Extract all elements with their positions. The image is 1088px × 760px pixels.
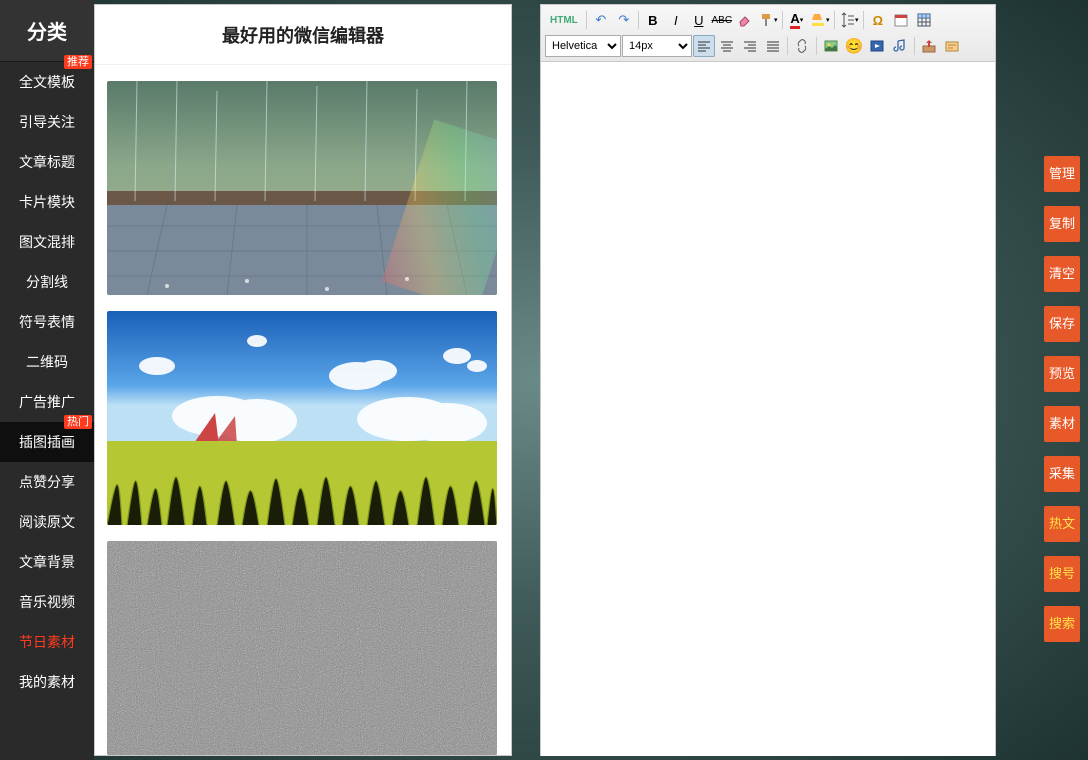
align-center-button[interactable] <box>716 35 738 57</box>
sidebar-item-4[interactable]: 图文混排 <box>0 222 94 262</box>
action-button-3[interactable]: 保存 <box>1044 306 1080 342</box>
template-list[interactable] <box>95 65 511 757</box>
html-source-button[interactable]: HTML <box>545 9 583 31</box>
image-button[interactable] <box>820 35 842 57</box>
sidebar-item-1[interactable]: 引导关注 <box>0 102 94 142</box>
sidebar-item-label: 图文混排 <box>19 232 75 252</box>
editor-content-area[interactable] <box>541 62 995 756</box>
category-sidebar: 分类 推荐全文模板引导关注文章标题卡片模块图文混排分割线符号表情二维码广告推广热… <box>0 0 94 760</box>
font-family-select[interactable]: Helvetica <box>545 35 621 57</box>
recommend-badge: 推荐 <box>64 55 92 69</box>
action-button-8[interactable]: 搜号 <box>1044 556 1080 592</box>
sidebar-item-7[interactable]: 二维码 <box>0 342 94 382</box>
sidebar-item-label: 卡片模块 <box>19 192 75 212</box>
action-sidebar: 管理复制清空保存预览素材采集热文搜号搜索 <box>1044 156 1082 656</box>
music-button[interactable] <box>889 35 911 57</box>
align-left-button[interactable] <box>693 35 715 57</box>
sidebar-item-5[interactable]: 分割线 <box>0 262 94 302</box>
sidebar-item-6[interactable]: 符号表情 <box>0 302 94 342</box>
action-button-1[interactable]: 复制 <box>1044 206 1080 242</box>
editor-panel: HTML ↶ ↷ B I U ABC ▾ A▾ ▾ ▾ Ω Helvetica … <box>540 4 996 756</box>
sidebar-item-12[interactable]: 文章背景 <box>0 542 94 582</box>
editor-toolbar: HTML ↶ ↷ B I U ABC ▾ A▾ ▾ ▾ Ω Helvetica … <box>541 5 995 62</box>
sidebar-item-label: 二维码 <box>26 352 68 372</box>
sidebar-item-label: 广告推广 <box>19 392 75 412</box>
sidebar-item-14[interactable]: 节日素材 <box>0 622 94 662</box>
link-button[interactable] <box>791 35 813 57</box>
sidebar-item-label: 文章标题 <box>19 152 75 172</box>
bg-color-button[interactable]: ▾ <box>809 9 831 31</box>
sidebar-item-label: 阅读原文 <box>19 512 75 532</box>
italic-button[interactable]: I <box>665 9 687 31</box>
card-button[interactable] <box>941 35 963 57</box>
action-button-9[interactable]: 搜索 <box>1044 606 1080 642</box>
template-panel: 最好用的微信编辑器 <box>94 4 512 756</box>
sidebar-item-label: 文章背景 <box>19 552 75 572</box>
redo-button[interactable]: ↷ <box>613 9 635 31</box>
align-justify-button[interactable] <box>762 35 784 57</box>
action-button-4[interactable]: 预览 <box>1044 356 1080 392</box>
action-button-5[interactable]: 素材 <box>1044 406 1080 442</box>
line-height-button[interactable]: ▾ <box>838 9 860 31</box>
action-button-0[interactable]: 管理 <box>1044 156 1080 192</box>
sidebar-item-label: 全文模板 <box>19 72 75 92</box>
action-button-2[interactable]: 清空 <box>1044 256 1080 292</box>
action-button-7[interactable]: 热文 <box>1044 506 1080 542</box>
align-right-button[interactable] <box>739 35 761 57</box>
sidebar-item-label: 引导关注 <box>19 112 75 132</box>
font-color-button[interactable]: A▾ <box>786 9 808 31</box>
emoji-button[interactable]: 😊 <box>843 35 865 57</box>
template-thumb[interactable] <box>107 311 497 525</box>
video-button[interactable] <box>866 35 888 57</box>
template-thumb[interactable] <box>107 541 497 755</box>
symbol-button[interactable]: Ω <box>867 9 889 31</box>
template-thumb[interactable] <box>107 81 497 295</box>
sidebar-item-label: 点赞分享 <box>19 472 75 492</box>
hot-badge: 热门 <box>64 415 92 429</box>
action-button-6[interactable]: 采集 <box>1044 456 1080 492</box>
sidebar-item-label: 节日素材 <box>19 632 75 652</box>
sidebar-item-2[interactable]: 文章标题 <box>0 142 94 182</box>
bold-button[interactable]: B <box>642 9 664 31</box>
sidebar-item-11[interactable]: 阅读原文 <box>0 502 94 542</box>
sidebar-item-10[interactable]: 点赞分享 <box>0 462 94 502</box>
sidebar-item-label: 音乐视频 <box>19 592 75 612</box>
sidebar-item-0[interactable]: 推荐全文模板 <box>0 62 94 102</box>
underline-button[interactable]: U <box>688 9 710 31</box>
template-header: 最好用的微信编辑器 <box>95 5 511 65</box>
date-button[interactable] <box>890 9 912 31</box>
sidebar-item-label: 我的素材 <box>19 672 75 692</box>
sidebar-item-3[interactable]: 卡片模块 <box>0 182 94 222</box>
format-brush-button[interactable]: ▾ <box>757 9 779 31</box>
undo-button[interactable]: ↶ <box>590 9 612 31</box>
strike-button[interactable]: ABC <box>711 9 733 31</box>
sidebar-item-label: 插图插画 <box>19 432 75 452</box>
sidebar-item-9[interactable]: 热门插图插画 <box>0 422 94 462</box>
sidebar-item-15[interactable]: 我的素材 <box>0 662 94 702</box>
table-button[interactable] <box>913 9 935 31</box>
sidebar-header: 分类 <box>0 0 94 62</box>
sidebar-item-label: 分割线 <box>26 272 68 292</box>
font-size-select[interactable]: 14px <box>622 35 692 57</box>
upload-button[interactable] <box>918 35 940 57</box>
sidebar-item-13[interactable]: 音乐视频 <box>0 582 94 622</box>
eraser-button[interactable] <box>734 9 756 31</box>
sidebar-item-label: 符号表情 <box>19 312 75 332</box>
